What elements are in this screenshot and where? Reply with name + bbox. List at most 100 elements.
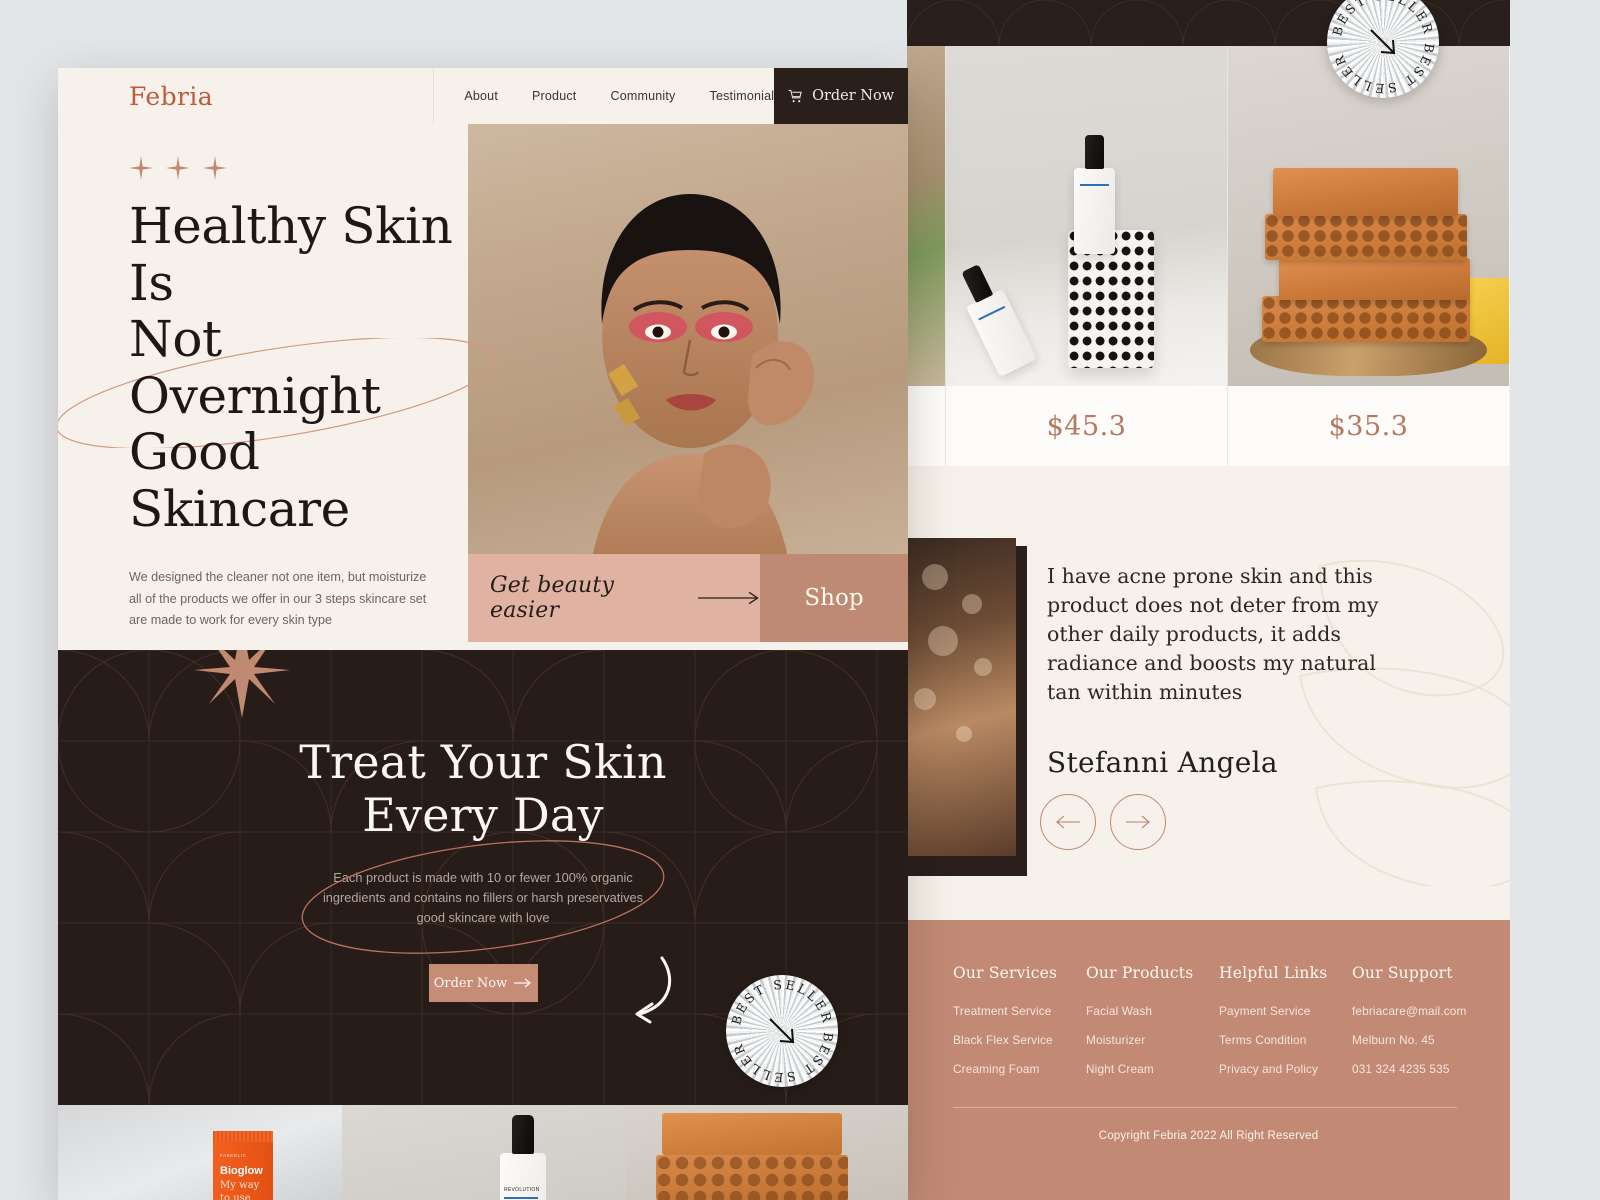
footer-contact-email[interactable]: febriacare@mail.com xyxy=(1352,1004,1485,1018)
svg-text:BEST SELLER BEST SELLER: BEST SELLER BEST SELLER xyxy=(1329,0,1437,96)
testimonial-section: I have acne prone skin and this product … xyxy=(907,466,1510,920)
arrow-right-icon xyxy=(697,591,759,605)
hero-model-photo xyxy=(468,124,908,586)
hero-headline-line1: Healthy Skin Is xyxy=(129,197,453,312)
get-beauty-easier-label: Get beauty easier xyxy=(490,573,615,623)
curved-arrow-decoration xyxy=(635,956,672,1024)
footer-contact-phone[interactable]: 031 324 4235 535 xyxy=(1352,1062,1485,1076)
footer-link[interactable]: Treatment Service xyxy=(953,1004,1086,1018)
treat-order-now-label: Order Now xyxy=(433,975,508,991)
testimonial-author: Stefanni Angela xyxy=(1047,745,1278,779)
testimonial-prev-button[interactable] xyxy=(1040,794,1096,850)
treat-ellipse-decoration xyxy=(301,840,665,954)
best-seller-badge-top[interactable]: BEST SELLER BEST SELLER xyxy=(1327,0,1439,98)
product-card-serum[interactable]: $45.3 xyxy=(945,46,1227,466)
sparkle-icon xyxy=(166,156,190,180)
footer-link[interactable]: Facial Wash xyxy=(1086,1004,1219,1018)
footer-link[interactable]: Night Cream xyxy=(1086,1062,1219,1076)
testimonial-photo xyxy=(907,538,1016,856)
arrow-right-icon xyxy=(514,978,532,988)
bottom-product-serum[interactable]: REVOLUTION xyxy=(342,1105,626,1200)
footer-link[interactable]: Moisturizer xyxy=(1086,1033,1219,1047)
footer-heading: Our Support xyxy=(1352,964,1453,982)
tube-product-name: Bioglow xyxy=(220,1165,263,1177)
product-price: $35.3 xyxy=(1328,410,1409,442)
hero-copy: Healthy Skin Is Not Overnight Good Skinc… xyxy=(58,124,496,627)
hero-headline: Healthy Skin Is Not Overnight Good Skinc… xyxy=(129,198,468,537)
nav-item-testimonial[interactable]: Testimonial xyxy=(710,89,775,103)
treat-title-line1: Treat Your Skin xyxy=(299,735,667,789)
bottle-brand-label: REVOLUTION xyxy=(504,1187,540,1193)
footer-link[interactable]: Creaming Foam xyxy=(953,1062,1086,1076)
nav-item-community[interactable]: Community xyxy=(610,89,675,103)
footer-heading: Our Products xyxy=(1086,964,1194,982)
treat-title: Treat Your Skin Every Day xyxy=(58,736,908,842)
site-header: Febria About Product Community Testimoni… xyxy=(58,68,908,124)
best-seller-badge-icon: BEST SELLER BEST SELLER xyxy=(1329,0,1437,96)
testimonial-quote: I have acne prone skin and this product … xyxy=(1047,564,1379,705)
bottom-product-bioglow[interactable]: FABERLIC Bioglow My way to use less make… xyxy=(58,1105,342,1200)
testimonial-photo-frame xyxy=(907,538,1027,876)
model-illustration xyxy=(588,194,815,586)
shop-button[interactable]: Shop xyxy=(760,554,908,642)
eight-point-star-decoration xyxy=(194,650,290,718)
product-card-soap[interactable]: $35.3 xyxy=(1227,46,1509,466)
treat-content: Treat Your Skin Every Day Each product i… xyxy=(58,736,908,1003)
soap-bar xyxy=(662,1113,842,1155)
footer-heading: Helpful Links xyxy=(1219,964,1328,982)
footer-contact-address: Melburn No. 45 xyxy=(1352,1033,1435,1047)
testimonial-next-button[interactable] xyxy=(1110,794,1166,850)
arrow-left-icon xyxy=(1056,815,1080,829)
product-price-bar: $35.3 xyxy=(1228,386,1509,466)
product-price-bar: $45.3 xyxy=(946,386,1227,466)
get-beauty-easier-button[interactable]: Get beauty easier xyxy=(468,554,760,642)
serum-bottle-tilted xyxy=(965,288,1037,377)
soap-bar xyxy=(1261,296,1470,342)
soap-bar xyxy=(1278,258,1470,300)
site-footer: Our Services Treatment Service Black Fle… xyxy=(907,920,1510,1200)
bottom-product-strip: FABERLIC Bioglow My way to use less make… xyxy=(58,1105,908,1200)
soap-bar xyxy=(1264,214,1467,260)
nav-item-about[interactable]: About xyxy=(464,89,498,103)
hero-cta-row: Get beauty easier Shop xyxy=(468,554,908,642)
product-image-serum xyxy=(946,46,1227,386)
footer-divider xyxy=(953,1107,1457,1108)
treat-title-line2: Every Day xyxy=(362,787,604,842)
footer-column-services: Our Services Treatment Service Black Fle… xyxy=(953,964,1086,1091)
tube-cap xyxy=(213,1131,273,1142)
product-price: $45.3 xyxy=(1046,410,1127,442)
best-seller-badge-middle[interactable]: BEST SELLER BEST SELLER xyxy=(726,975,838,1087)
brand-logo[interactable]: Febria xyxy=(58,68,433,124)
soap-bar xyxy=(656,1155,848,1200)
tube-brand-label: FABERLIC xyxy=(220,1153,247,1158)
footer-link[interactable]: Terms Condition xyxy=(1219,1033,1352,1047)
sparkle-group xyxy=(129,156,468,180)
footer-column-support: Our Support febriacare@mail.com Melburn … xyxy=(1352,964,1485,1091)
product-card-partial[interactable] xyxy=(907,46,945,466)
footer-column-helpful-links: Helpful Links Payment Service Terms Cond… xyxy=(1219,964,1352,1091)
testimonial-navigation xyxy=(1040,794,1166,850)
footer-copyright: Copyright Febria 2022 All Right Reserved xyxy=(1098,1130,1319,1142)
product-image-leaf xyxy=(907,46,945,386)
product-price-bar xyxy=(907,386,945,466)
bottom-product-soap[interactable] xyxy=(626,1105,908,1200)
main-navigation: About Product Community Testimonial xyxy=(433,68,774,124)
sparkle-icon xyxy=(129,156,153,180)
best-seller-badge-icon: BEST SELLER BEST SELLER xyxy=(728,977,833,1086)
hero-headline-line3: Good Skincare xyxy=(129,423,350,538)
treat-order-now-button[interactable]: Order Now xyxy=(428,964,538,1003)
nav-item-product[interactable]: Product xyxy=(532,89,576,103)
footer-link[interactable]: Payment Service xyxy=(1219,1004,1352,1018)
footer-columns: Our Services Treatment Service Black Fle… xyxy=(953,964,1485,1091)
sparkle-icon xyxy=(203,156,227,180)
hero-headline-line2: Not Overnight xyxy=(129,310,381,425)
product-grid: $45.3 $35.3 xyxy=(907,46,1510,466)
hero-section: Healthy Skin Is Not Overnight Good Skinc… xyxy=(58,124,908,642)
arrow-right-icon xyxy=(1126,815,1150,829)
hero-subtext: We designed the cleaner not one item, bu… xyxy=(129,570,427,628)
footer-link[interactable]: Black Flex Service xyxy=(953,1033,1086,1047)
cart-icon xyxy=(788,89,802,102)
bioglow-tube: FABERLIC Bioglow My way to use less make… xyxy=(213,1131,273,1200)
footer-link[interactable]: Privacy and Policy xyxy=(1219,1062,1352,1076)
header-order-now-button[interactable]: Order Now xyxy=(774,68,908,124)
